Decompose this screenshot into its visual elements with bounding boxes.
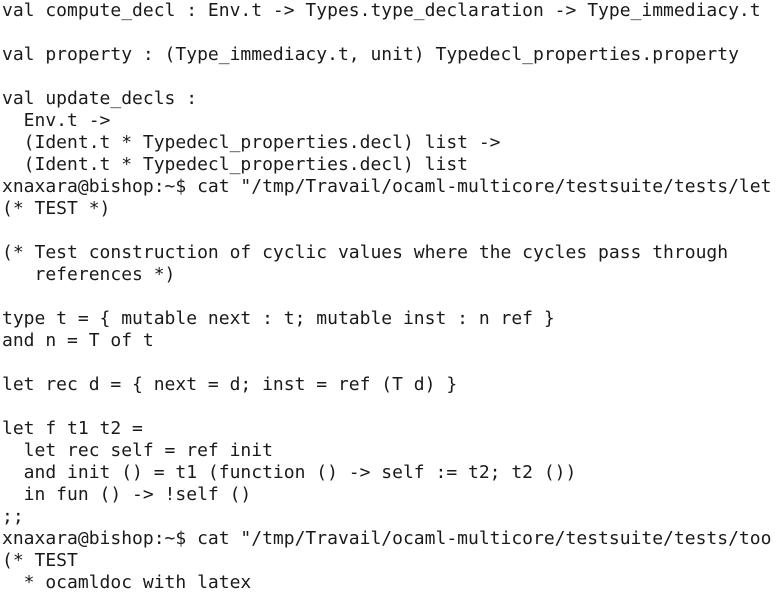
terminal-line: in fun () -> !self () <box>2 484 252 505</box>
terminal-line: (Ident.t * Typedecl_properties.decl) lis… <box>2 154 468 175</box>
terminal-line: type t = { mutable next : t; mutable ins… <box>2 308 555 329</box>
terminal-line: and init () = t1 (function () -> self :=… <box>2 462 577 483</box>
terminal-line: Env.t -> <box>2 110 111 131</box>
terminal-line: val compute_decl : Env.t -> Types.type_d… <box>2 0 761 21</box>
terminal-line: and n = T of t <box>2 330 154 351</box>
terminal-line: references *) <box>2 264 176 285</box>
terminal-line: val property : (Type_immediacy.t, unit) … <box>2 44 739 65</box>
terminal-line: (* Test construction of cyclic values wh… <box>2 242 729 263</box>
terminal-prompt-line: xnaxara@bishop:~$ cat "/tmp/Travail/ocam… <box>2 176 772 197</box>
terminal-line: * ocamldoc with latex <box>2 572 252 593</box>
terminal-line: (Ident.t * Typedecl_properties.decl) lis… <box>2 132 501 153</box>
terminal-line: val update_decls : <box>2 88 198 109</box>
terminal-line: ;; <box>2 506 24 527</box>
terminal-line: let f t1 t2 = <box>2 418 143 439</box>
terminal-output[interactable]: val compute_decl : Env.t -> Types.type_d… <box>0 0 782 597</box>
terminal-line: let rec d = { next = d; inst = ref (T d)… <box>2 374 458 395</box>
terminal-line: let rec self = ref init <box>2 440 273 461</box>
terminal-line: (* TEST *) <box>2 198 111 219</box>
terminal-prompt-line: xnaxara@bishop:~$ cat "/tmp/Travail/ocam… <box>2 528 772 549</box>
terminal-line: (* TEST <box>2 550 78 571</box>
